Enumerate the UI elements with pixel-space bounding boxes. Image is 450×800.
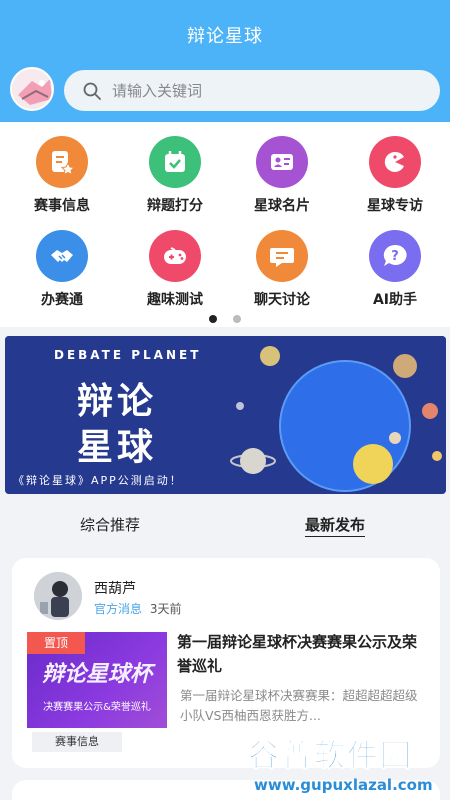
calendar-check-icon: [149, 136, 201, 188]
menu-label: 办赛通: [41, 292, 83, 308]
post-time: 3天前: [149, 602, 182, 616]
feature-menu: 赛事信息 辩题打分 星球名片 星球专访 办赛通 趣味测试 聊天讨论 ? AI助手: [0, 122, 450, 327]
page-dot[interactable]: [232, 315, 241, 323]
tab-latest[interactable]: 最新发布: [305, 514, 365, 535]
menu-label: 星球专访: [367, 198, 423, 214]
banner-headline-line1: 辩论: [77, 381, 158, 422]
question-chat-icon: ?: [369, 230, 421, 282]
thumbnail-caption: 决赛赛果公示&荣誉巡礼: [43, 702, 151, 713]
post-thumbnail[interactable]: 置顶 辩论星球杯 决赛赛果公示&荣誉巡礼: [27, 632, 167, 728]
banner-title: DEBATE PLANET: [54, 348, 202, 362]
page-indicator: [0, 308, 450, 327]
promo-banner[interactable]: DEBATE PLANET 辩论 星球 《辩论星球》APP公测启动！: [5, 336, 446, 494]
post-summary: 第一届辩论星球杯决赛赛果：超超超超超级小队VS西柚西恩获胜方...: [180, 688, 418, 723]
menu-label: 赛事信息: [34, 198, 90, 214]
gamepad-icon: [149, 230, 201, 282]
search-icon: [83, 82, 101, 100]
page-dot-active[interactable]: [209, 315, 218, 323]
watermark-cn: 谷普软件园: [248, 738, 413, 775]
post-category-tag[interactable]: 赛事信息: [32, 732, 122, 752]
menu-label: 聊天讨论: [254, 292, 310, 308]
author-name[interactable]: 西葫芦: [94, 578, 136, 598]
menu-item-planet-card[interactable]: 星球名片: [226, 122, 338, 214]
menu-item-planet-interview[interactable]: 星球专访: [339, 122, 450, 214]
handshake-icon: [36, 230, 88, 282]
menu-label: AI助手: [372, 292, 418, 308]
chat-bubble-icon: [256, 230, 308, 282]
pacman-icon: [369, 136, 421, 188]
post-title[interactable]: 第一届辩论星球杯决赛赛果公示及荣誉巡礼: [177, 630, 427, 678]
menu-label: 星球名片: [254, 198, 310, 214]
watermark: 谷普软件园 www.gupuxlazal.com: [244, 730, 450, 800]
banner-subtitle: 《辩论星球》APP公测启动！: [13, 474, 183, 487]
pinned-badge: 置顶: [27, 632, 85, 654]
avatar-illustration-icon: [12, 69, 52, 109]
svg-text:?: ?: [391, 249, 399, 264]
menu-item-event-info[interactable]: 赛事信息: [6, 122, 118, 214]
document-star-icon: [36, 136, 88, 188]
author-avatar[interactable]: [34, 572, 82, 620]
post-source: 官方消息: [94, 602, 143, 616]
menu-label: 趣味测试: [147, 292, 203, 308]
menu-item-ai-assistant[interactable]: ? AI助手: [339, 216, 450, 308]
id-card-icon: [256, 136, 308, 188]
menu-label: 辩题打分: [147, 198, 203, 214]
menu-item-host-event[interactable]: 办赛通: [6, 216, 118, 308]
search-input[interactable]: [112, 81, 412, 100]
thumbnail-headline: 辩论星球杯: [41, 662, 152, 687]
banner-headline-line2: 星球: [77, 427, 158, 468]
search-bar[interactable]: [64, 70, 440, 111]
author-photo-icon: [34, 572, 82, 620]
feed-tabs: 综合推荐 最新发布: [0, 500, 450, 550]
watermark-url: www.gupuxlazal.com: [254, 776, 433, 794]
top-bar: 辩论星球: [0, 0, 450, 122]
author-meta: 官方消息 3天前: [94, 600, 181, 617]
menu-item-chat[interactable]: 聊天讨论: [226, 216, 338, 308]
menu-item-fun-test[interactable]: 趣味测试: [119, 216, 231, 308]
user-avatar[interactable]: [10, 67, 54, 111]
app-title: 辩论星球: [187, 26, 263, 47]
tab-recommended[interactable]: 综合推荐: [80, 514, 140, 535]
menu-item-topic-score[interactable]: 辩题打分: [119, 122, 231, 214]
